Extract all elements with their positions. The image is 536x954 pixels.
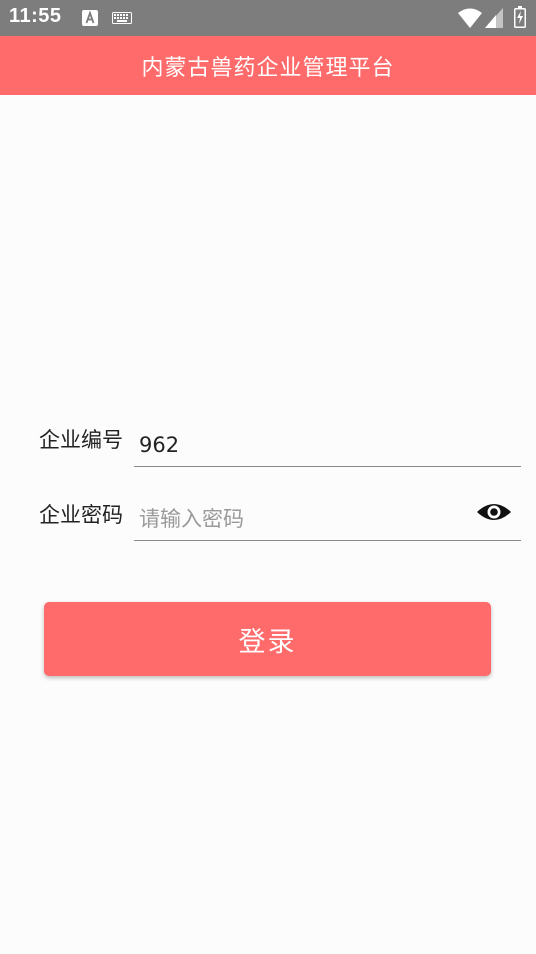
company-id-input[interactable] [134, 423, 521, 467]
app-bar: 内蒙古兽药企业管理平台 [0, 36, 536, 95]
password-input[interactable] [134, 497, 521, 541]
login-button[interactable]: 登录 [44, 602, 491, 676]
font-notification-icon [82, 10, 98, 26]
signal-icon [485, 8, 503, 28]
app-title: 内蒙古兽药企业管理平台 [141, 55, 395, 81]
wifi-icon [458, 8, 482, 28]
company-id-label: 企业编号 [39, 428, 123, 452]
status-bar: 11:55 [0, 0, 536, 36]
password-label: 企业密码 [39, 503, 123, 527]
status-time: 11:55 [9, 5, 62, 27]
battery-icon [514, 6, 526, 28]
keyboard-icon [112, 12, 132, 24]
eye-icon[interactable] [476, 500, 512, 524]
